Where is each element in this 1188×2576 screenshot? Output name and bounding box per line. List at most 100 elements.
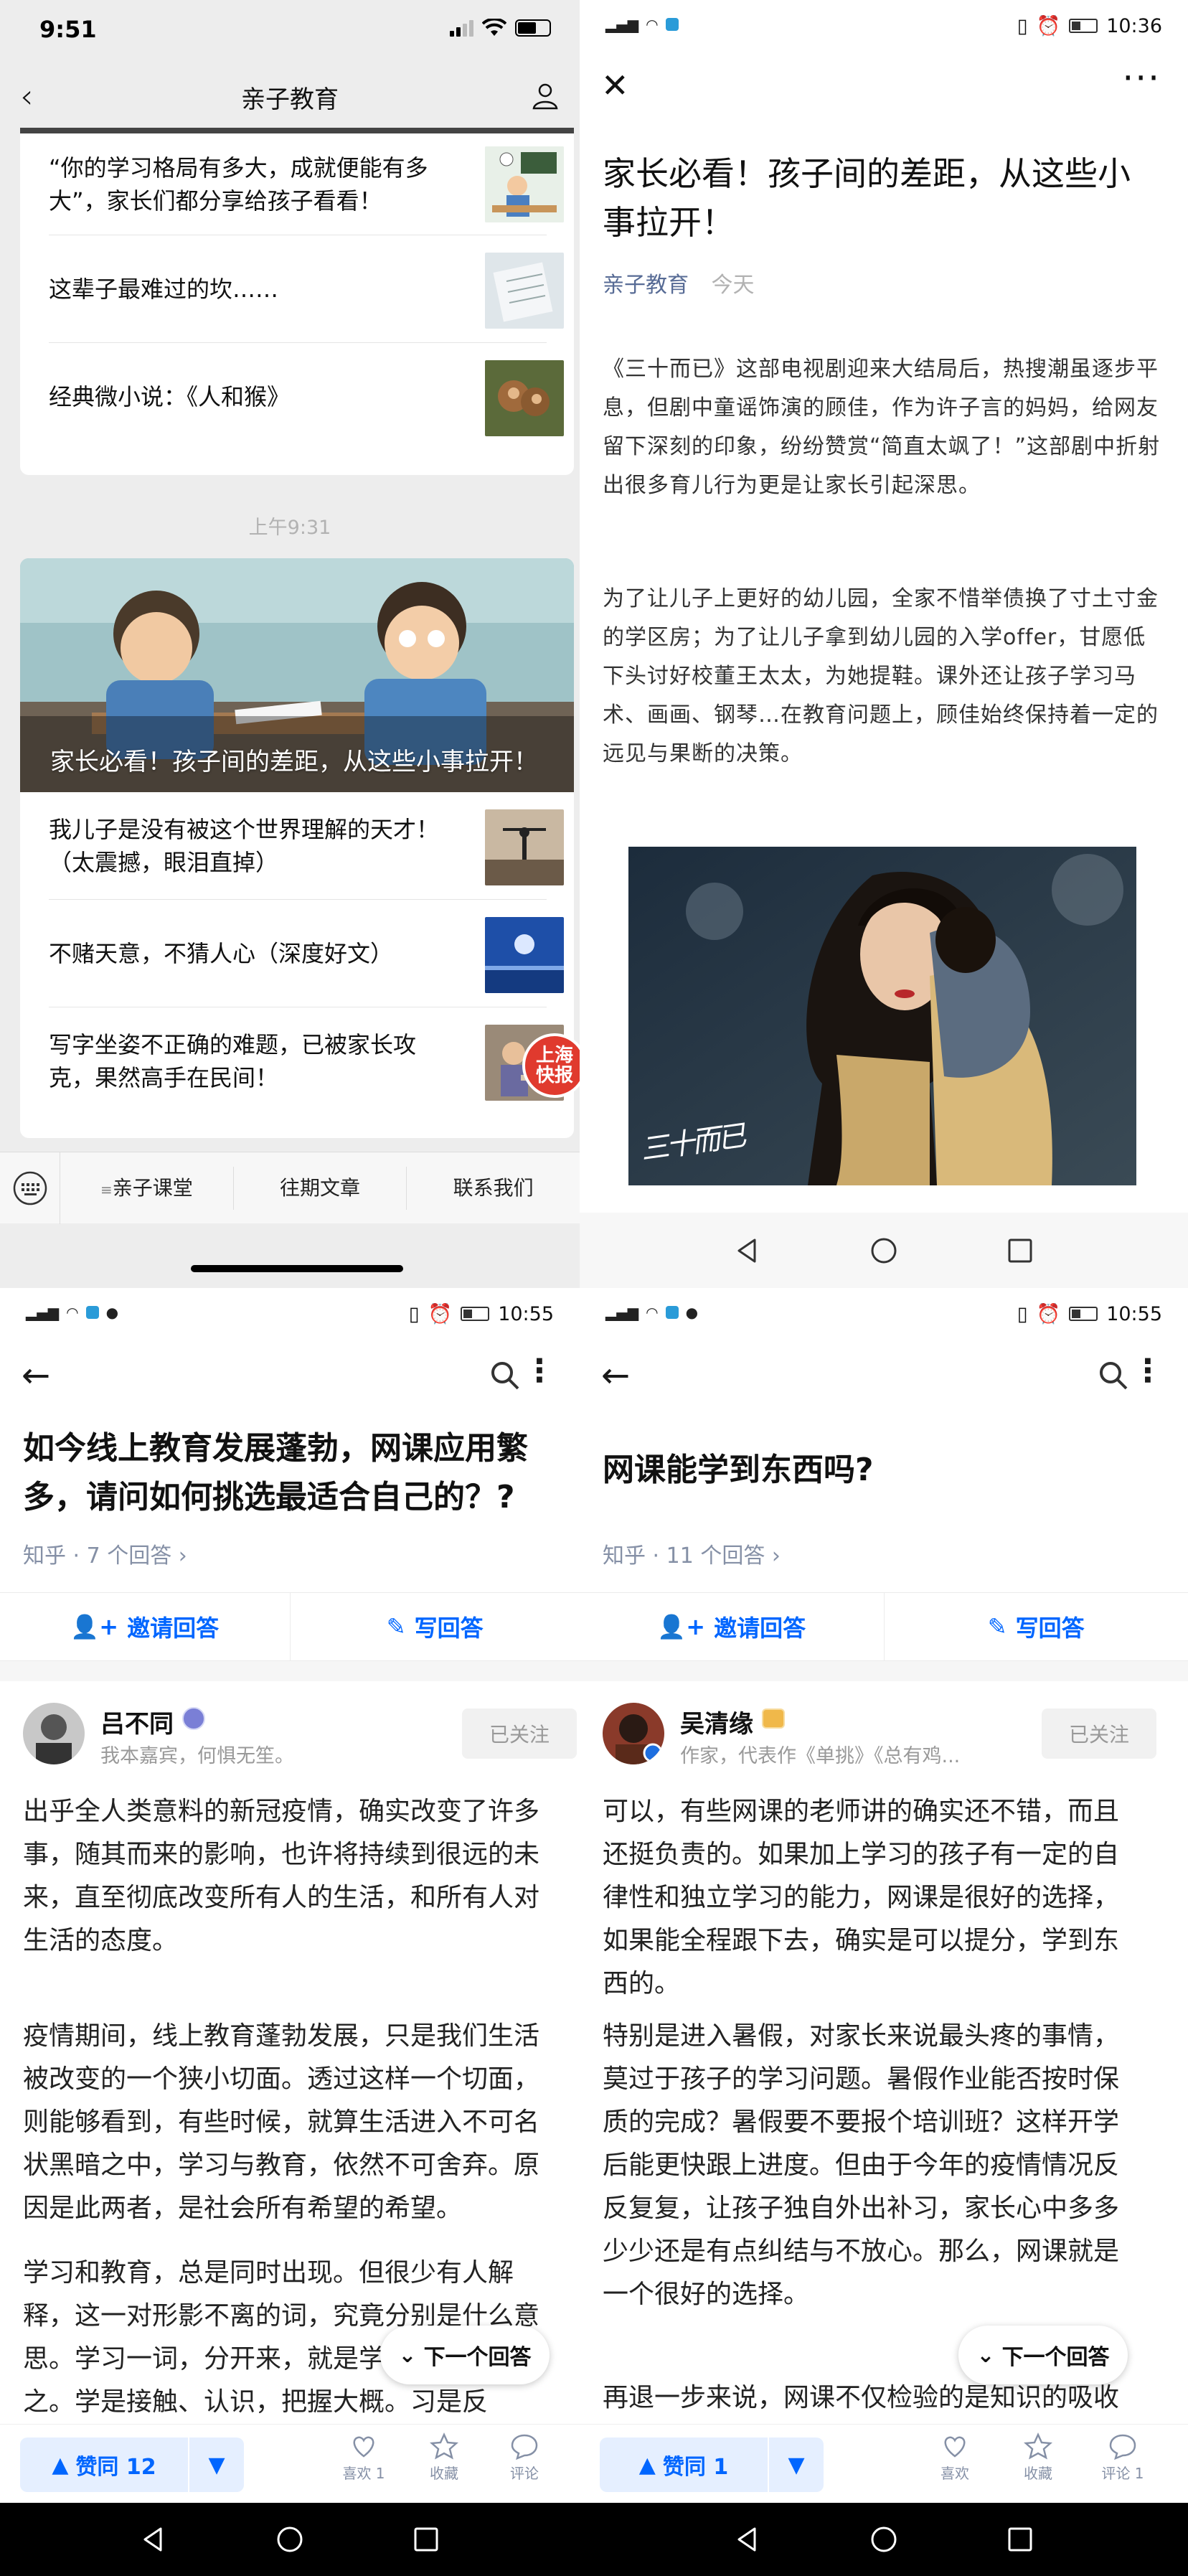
like-label: 喜欢 1 bbox=[342, 2465, 385, 2482]
triangle-up-icon: ▲ bbox=[52, 2452, 69, 2478]
list-item[interactable]: 写字坐姿不正确的难题，已被家长攻克，果然高手在民间！ bbox=[49, 1007, 564, 1115]
collect-button[interactable]: 收藏 bbox=[1006, 2432, 1070, 2483]
like-button[interactable]: 喜欢 bbox=[923, 2432, 987, 2483]
nav-home-icon[interactable] bbox=[275, 2525, 304, 2554]
double-chevron-down-icon: ⌄ bbox=[976, 2342, 995, 2368]
upvote-button[interactable]: ▲ 赞同 1 bbox=[600, 2438, 769, 2492]
downvote-button[interactable]: ▼ bbox=[189, 2453, 244, 2478]
answer-count-link[interactable]: 知乎 · 11 个回答 › bbox=[603, 1538, 781, 1569]
article-title: 写字坐姿不正确的难题，已被家长攻克，果然高手在民间！ bbox=[49, 1031, 417, 1091]
list-item[interactable]: 我儿子是没有被这个世界理解的天才！（太震撼，眼泪直掉） bbox=[49, 792, 564, 900]
author-name[interactable]: 吕不同 bbox=[100, 1704, 174, 1739]
next-answer-label: 下一个回答 bbox=[1001, 2345, 1110, 2370]
app-notification-icon bbox=[665, 18, 679, 31]
article-source-link[interactable]: 亲子教育 bbox=[603, 273, 689, 298]
invite-icon: 👤+ bbox=[70, 1613, 119, 1640]
nav-back-icon[interactable] bbox=[733, 1236, 762, 1265]
list-item[interactable]: 这辈子最难过的坎…… bbox=[49, 235, 564, 343]
article-thumbnail bbox=[485, 146, 564, 222]
message-card-1: “你的学习格局有多大，成就便能有多大”，家长们都分享给孩子看看！ 这辈子最难过的… bbox=[20, 128, 574, 475]
menu-item-contact-us[interactable]: 联系我们 bbox=[407, 1167, 580, 1210]
downvote-button[interactable]: ▼ bbox=[769, 2453, 824, 2478]
answer-paragraph: 可以，有些网课的老师讲的确实还不错，而且还挺负责的。如果加上学习的孩子有一定的自… bbox=[603, 1797, 1120, 1998]
floating-news-badge[interactable]: 上海 快报 bbox=[522, 1033, 580, 1098]
follow-button[interactable]: 已关注 bbox=[1042, 1708, 1156, 1759]
divider bbox=[0, 1661, 580, 1681]
menu-lines-icon: ≡ bbox=[100, 1180, 113, 1198]
status-bar: ▂▄▆ ◠ ▯ ⏰ 10:36 bbox=[580, 0, 1188, 53]
more-options-icon[interactable]: ⋮ bbox=[524, 1353, 555, 1389]
collect-label: 收藏 bbox=[1024, 2465, 1052, 2482]
alarm-icon: ⏰ bbox=[1036, 15, 1061, 37]
back-arrow-icon[interactable]: ← bbox=[22, 1355, 50, 1396]
home-indicator[interactable] bbox=[191, 1265, 403, 1272]
more-options-icon[interactable]: ··· bbox=[1122, 57, 1161, 99]
android-nav-bar bbox=[580, 2503, 1188, 2576]
article-title: 不赌天意，不猜人心（深度好文） bbox=[49, 940, 394, 967]
search-icon[interactable] bbox=[1098, 1360, 1129, 1391]
menu-item-parent-class[interactable]: ≡亲子课堂 bbox=[60, 1166, 234, 1210]
nav-home-icon[interactable] bbox=[869, 2525, 898, 2554]
user-icon[interactable] bbox=[531, 81, 560, 110]
app-notification-icon bbox=[85, 1306, 99, 1319]
nav-recents-icon[interactable] bbox=[1006, 1236, 1034, 1265]
wechat-nav: ‹ 亲子教育 bbox=[0, 68, 580, 126]
write-answer-button[interactable]: ✎ 写回答 bbox=[883, 1593, 1188, 1660]
invite-answer-button[interactable]: 👤+ 邀请回答 bbox=[580, 1593, 884, 1660]
next-answer-button[interactable]: ⌄ 下一个回答 bbox=[380, 2326, 550, 2384]
write-answer-button[interactable]: ✎ 写回答 bbox=[289, 1593, 580, 1660]
comment-button[interactable]: 评论 1 bbox=[1090, 2432, 1155, 2483]
avatar[interactable] bbox=[603, 1703, 664, 1764]
answer-bottom-bar: ▲ 赞同 1 ▼ 喜欢 收藏 评论 1 bbox=[580, 2424, 1188, 2503]
heart-icon bbox=[353, 2436, 374, 2458]
next-answer-label: 下一个回答 bbox=[423, 2345, 532, 2370]
hero-article[interactable]: 家长必看！孩子间的差距，从这些小事拉开！ bbox=[20, 558, 574, 792]
avatar[interactable] bbox=[23, 1703, 85, 1764]
close-icon[interactable]: ✕ bbox=[601, 66, 629, 105]
vibrate-icon: ▯ bbox=[1017, 1302, 1028, 1325]
back-icon[interactable]: ‹ bbox=[20, 77, 33, 116]
article-image[interactable]: 三十而已 bbox=[628, 847, 1136, 1185]
alarm-icon: ⏰ bbox=[1036, 1303, 1061, 1325]
signal-icon: ▂▄▆ bbox=[605, 1304, 639, 1321]
list-item[interactable]: “你的学习格局有多大，成就便能有多大”，家长们都分享给孩子看看！ bbox=[49, 133, 564, 235]
like-button[interactable]: 喜欢 1 bbox=[331, 2432, 396, 2483]
invite-answer-button[interactable]: 👤+ 邀请回答 bbox=[0, 1593, 290, 1660]
nav-recents-icon[interactable] bbox=[412, 2525, 440, 2554]
heart-icon bbox=[944, 2436, 966, 2458]
collect-button[interactable]: 收藏 bbox=[412, 2432, 476, 2483]
upvote-button[interactable]: ▲ 赞同 12 bbox=[20, 2438, 189, 2492]
message-timestamp: 上午9:31 bbox=[248, 517, 331, 539]
comment-button[interactable]: 评论 bbox=[492, 2432, 557, 2483]
vote-control: ▲ 赞同 12 ▼ bbox=[20, 2438, 244, 2492]
signal-icon: ▂▄▆ bbox=[26, 1304, 60, 1321]
nav-back-icon[interactable] bbox=[139, 2525, 168, 2554]
edit-icon: ✎ bbox=[386, 1613, 406, 1640]
nav-back-icon[interactable] bbox=[733, 2525, 762, 2554]
zhihu-question-screen-2: ▂▄▆ ◠ ● ▯ ⏰ 10:55 ← ⋮ 网课能学到东西吗? 知乎 · 11 个回答 … bbox=[580, 1288, 1188, 2576]
menu-label: 亲子课堂 bbox=[112, 1175, 193, 1200]
gold-badge-icon bbox=[762, 1708, 785, 1729]
back-arrow-icon[interactable]: ← bbox=[601, 1355, 630, 1396]
more-options-icon[interactable]: ⋮ bbox=[1132, 1353, 1164, 1389]
menu-item-past-articles[interactable]: 往期文章 bbox=[234, 1166, 407, 1210]
answer-count-link[interactable]: 知乎 · 7 个回答 › bbox=[23, 1538, 187, 1569]
chat-icon: ● bbox=[105, 1304, 119, 1321]
nav-home-icon[interactable] bbox=[869, 1236, 898, 1265]
comment-icon bbox=[511, 2434, 538, 2460]
article-meta: 亲子教育 今天 bbox=[603, 267, 755, 299]
status-bar: 9:51 bbox=[0, 0, 580, 68]
follow-button[interactable]: 已关注 bbox=[462, 1708, 577, 1759]
nav-recents-icon[interactable] bbox=[1006, 2525, 1034, 2554]
article-thumbnail bbox=[485, 809, 564, 885]
chat-icon: ● bbox=[685, 1304, 699, 1321]
status-time: 9:51 bbox=[39, 16, 97, 43]
keyboard-icon[interactable] bbox=[0, 1152, 60, 1224]
vibrate-icon: ▯ bbox=[1017, 14, 1028, 37]
author-name[interactable]: 吴清缘 bbox=[680, 1704, 753, 1739]
next-answer-button[interactable]: ⌄ 下一个回答 bbox=[958, 2326, 1128, 2384]
question-actions: 👤+ 邀请回答 ✎ 写回答 bbox=[0, 1592, 580, 1661]
search-icon[interactable] bbox=[489, 1360, 521, 1391]
list-item[interactable]: 不赌天意，不猜人心（深度好文） bbox=[49, 900, 564, 1007]
list-item[interactable]: 经典微小说：《人和猴》 bbox=[49, 343, 564, 451]
